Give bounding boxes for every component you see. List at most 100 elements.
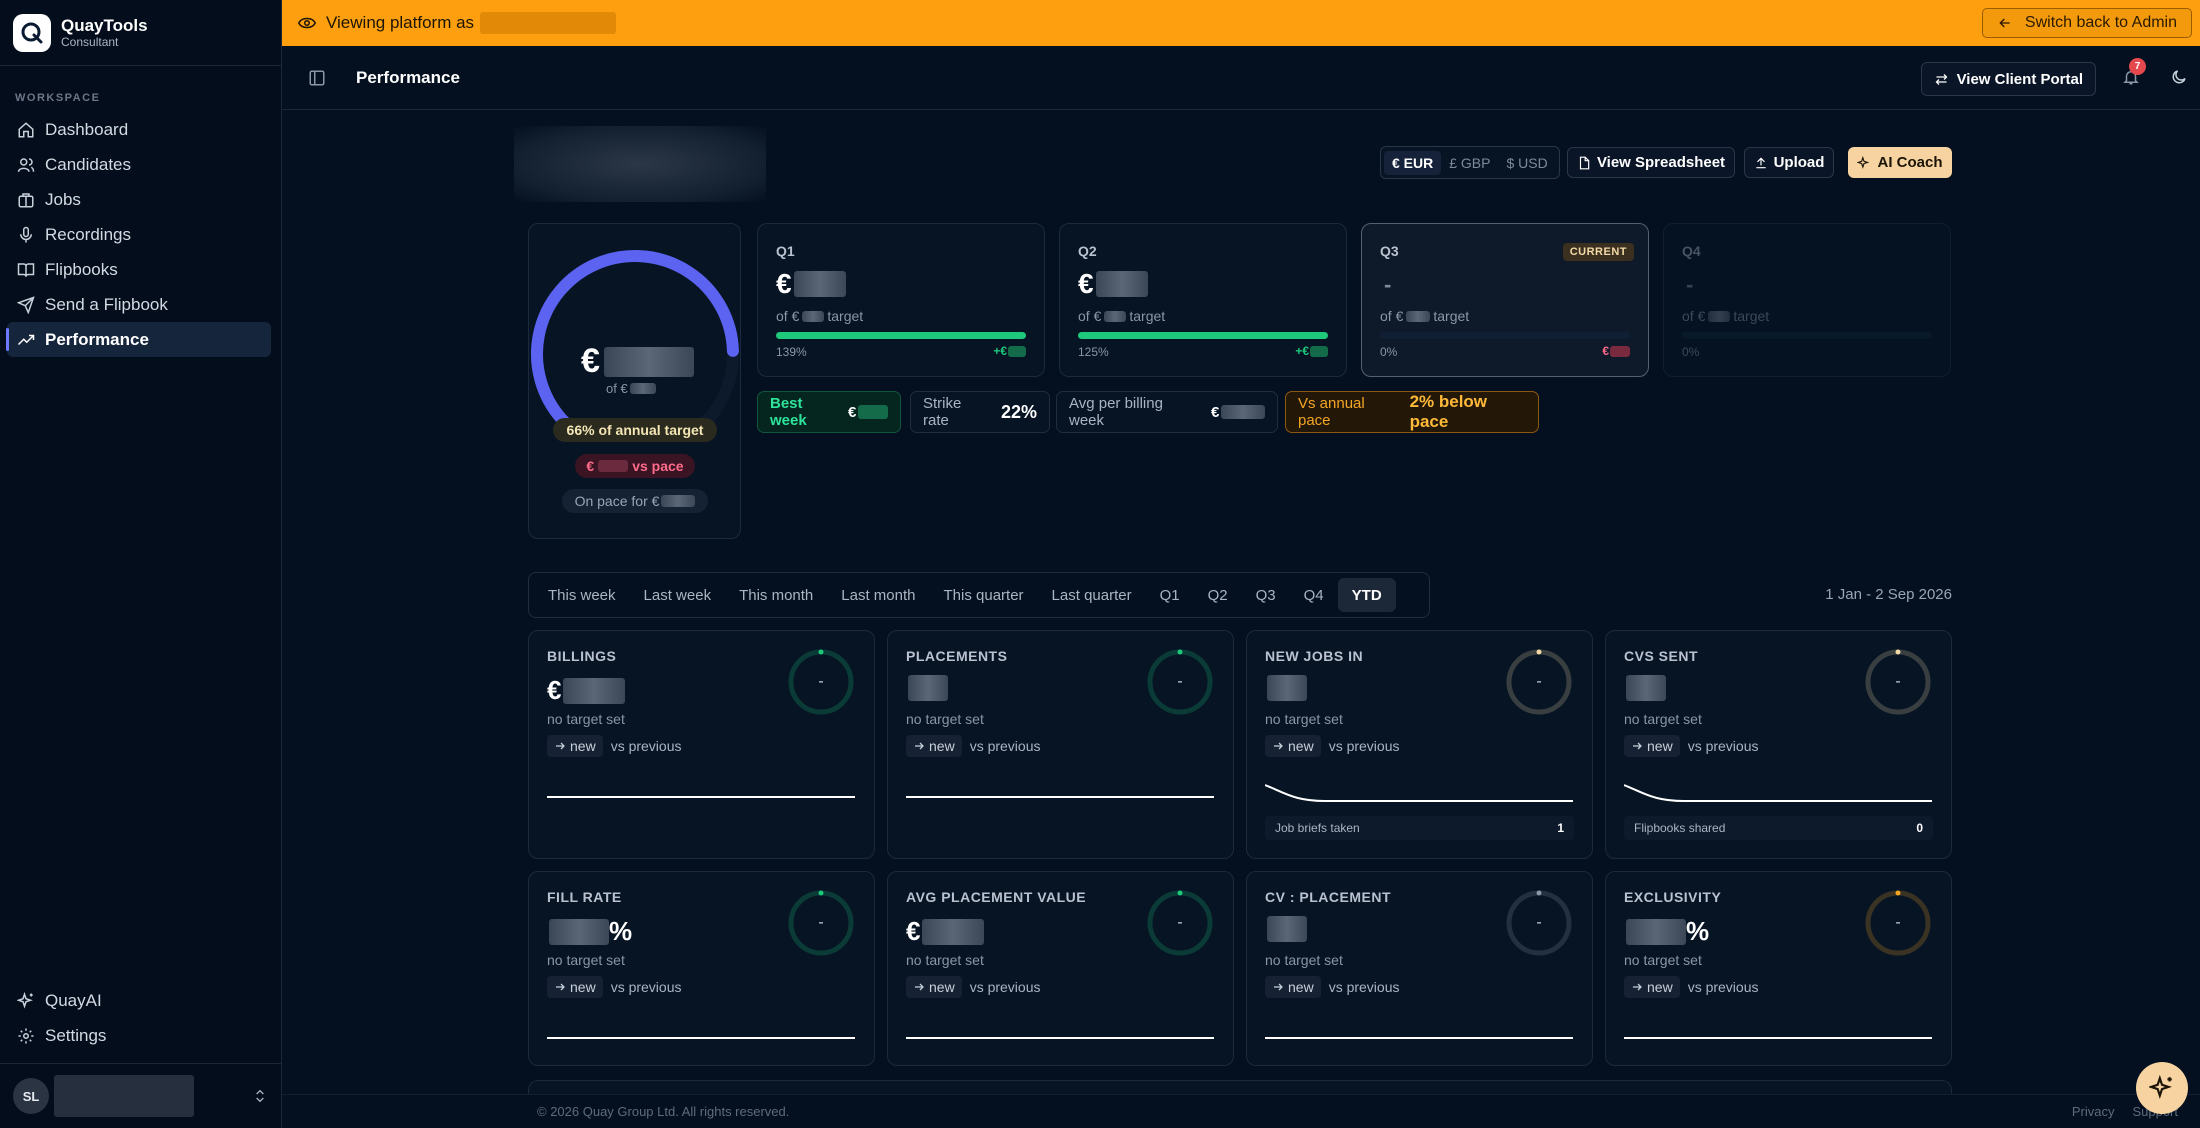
sidebar-item-label: QuayAI (45, 990, 102, 1010)
user-name-redacted (54, 1075, 194, 1117)
metric-card-cvs-sent[interactable]: CVS SENT no target set new vs previous - Flip… (1605, 630, 1952, 859)
sidebar-item-send-flipbook[interactable]: Send a Flipbook (7, 287, 271, 322)
sidebar-item-label: Performance (45, 329, 149, 349)
avg-billing-chip: Avg per billing week € (1056, 391, 1278, 433)
sidebar-item-dashboard[interactable]: Dashboard (7, 112, 271, 147)
trend-pill: new (1265, 735, 1321, 757)
metric-title: CVS SENT (1624, 648, 1699, 664)
on-pace-redacted (661, 495, 696, 507)
quarter-target-redacted (1708, 310, 1731, 322)
quarter-value: € (776, 268, 846, 300)
sidebar-section-label: WORKSPACE (15, 92, 101, 104)
sidebar-item-quayai[interactable]: QuayAI (7, 983, 271, 1018)
tab-this-month[interactable]: This month (725, 578, 827, 612)
quarter-delta-prefix: € (1602, 344, 1609, 358)
copyright: © 2026 Quay Group Ltd. All rights reserv… (537, 1104, 790, 1119)
currency-usd[interactable]: $ USD (1498, 151, 1555, 175)
sidebar-item-jobs[interactable]: Jobs (7, 182, 271, 217)
strike-rate-chip: Strike rate 22% (910, 391, 1050, 433)
metric-card-avg-placement-value[interactable]: AVG PLACEMENT VALUE € no target set new vs p… (887, 871, 1234, 1066)
currency-eur[interactable]: € EUR (1384, 150, 1442, 175)
metric-title: EXCLUSIVITY (1624, 889, 1722, 905)
view-client-portal-label: View Client Portal (1956, 70, 2083, 88)
view-spreadsheet-button[interactable]: View Spreadsheet (1567, 147, 1735, 178)
quarter-delta: € (1602, 344, 1630, 358)
avatar: SL (13, 1078, 49, 1114)
impersonation-banner: Viewing platform as Switch back to Admin (282, 0, 2200, 46)
quarter-target-suffix: target (827, 308, 864, 324)
metric-target: no target set (547, 711, 625, 727)
sparkle-icon (17, 991, 33, 1009)
metric-suffix: % (609, 916, 633, 946)
user-menu[interactable]: SL (0, 1063, 281, 1128)
metric-card-billings[interactable]: BILLINGS € no target set new vs previous - (528, 630, 875, 859)
vs-pace-currency: € (586, 458, 595, 474)
tab-q3[interactable]: Q3 (1242, 578, 1290, 612)
tab-ytd[interactable]: YTD (1337, 578, 1396, 612)
quarter-name: Q4 (1682, 243, 1701, 259)
ai-assistant-fab[interactable] (2136, 1062, 2188, 1114)
quarter-delta-redacted (1008, 345, 1026, 357)
metric-target: no target set (906, 952, 984, 968)
trend-vs: vs previous (1687, 738, 1759, 754)
metric-prefix: € (547, 675, 562, 705)
sidebar-item-recordings[interactable]: Recordings (7, 217, 271, 252)
metric-card-new-jobs-in[interactable]: NEW JOBS IN no target set new vs previous - J… (1246, 630, 1593, 859)
metric-card-cv-placement[interactable]: CV : PLACEMENT no target set new vs previou… (1246, 871, 1593, 1066)
sidebar-toggle-icon[interactable] (308, 69, 326, 87)
tab-q2[interactable]: Q2 (1194, 578, 1242, 612)
sparkle-icon (1857, 155, 1870, 169)
metric-sub-row: Job briefs taken 1 (1265, 816, 1574, 840)
annual-progress-gauge (531, 250, 739, 434)
metric-trend: new vs previous (1624, 735, 1759, 757)
quarter-value: - (1384, 272, 1392, 297)
sidebar-item-performance[interactable]: Performance (6, 322, 271, 357)
tab-last-week[interactable]: Last week (630, 578, 726, 612)
metric-sparkline (547, 1037, 855, 1039)
arrow-left-icon (1999, 18, 2010, 28)
date-range: 1 Jan - 2 Sep 2026 (1825, 586, 1952, 603)
metric-trend: new vs previous (1265, 735, 1400, 757)
quarter-card-q4[interactable]: Q4 - of € target 0% (1663, 223, 1951, 377)
briefcase-icon (18, 192, 34, 207)
quarter-target-prefix: of € (776, 308, 800, 324)
upload-button[interactable]: Upload (1744, 147, 1834, 178)
currency-gbp[interactable]: £ GBP (1441, 151, 1498, 175)
annual-target-card: € of € 66% of annual target € vs pace On… (528, 223, 741, 539)
moon-icon[interactable] (2170, 68, 2188, 91)
quaytools-logo (13, 13, 51, 52)
tab-this-week[interactable]: This week (534, 578, 630, 612)
view-client-portal-button[interactable]: View Client Portal (1920, 62, 2096, 96)
metric-ring-value: - (1536, 914, 1542, 931)
tab-last-month[interactable]: Last month (827, 578, 929, 612)
sidebar-item-flipbooks[interactable]: Flipbooks (7, 252, 271, 287)
sidebar-item-settings[interactable]: Settings (7, 1018, 271, 1053)
quarter-card-q3[interactable]: Q3 CURRENT - of € target 0% € (1361, 223, 1649, 377)
privacy-link[interactable]: Privacy (2072, 1104, 2115, 1119)
annual-percent-label: 66% of annual target (566, 422, 704, 438)
metric-card-exclusivity[interactable]: EXCLUSIVITY% no target set new vs previous - (1605, 871, 1952, 1066)
annual-pace-value: 2% below pace (1409, 392, 1488, 431)
metric-card-placements[interactable]: PLACEMENTS no target set new vs previous - (887, 630, 1234, 859)
quarter-percent: 125% (1078, 345, 1109, 359)
arrow-right-icon (915, 983, 924, 991)
tab-q1[interactable]: Q1 (1146, 578, 1194, 612)
avg-billing-currency: € (1211, 403, 1220, 421)
ai-coach-button[interactable]: AI Coach (1848, 147, 1952, 178)
best-week-chip: Best week € (757, 391, 901, 433)
tab-this-quarter[interactable]: This quarter (930, 578, 1038, 612)
tab-q4[interactable]: Q4 (1290, 578, 1338, 612)
quarter-card-q1[interactable]: Q1 € of € target 139% +€ (757, 223, 1045, 377)
quarter-target-redacted (1406, 310, 1431, 322)
tab-last-quarter[interactable]: Last quarter (1038, 578, 1146, 612)
brand-header[interactable]: QuayTools Consultant (0, 0, 281, 66)
switch-back-button[interactable]: Switch back to Admin (1981, 8, 2192, 38)
book-icon (17, 262, 35, 277)
metric-card-fill-rate[interactable]: FILL RATE% no target set new vs previous - (528, 871, 875, 1066)
metric-title: BILLINGS (547, 648, 617, 664)
trend-label: new (1647, 979, 1673, 995)
quarter-card-q2[interactable]: Q2 € of € target 125% +€ (1059, 223, 1347, 377)
quarter-value: € (1078, 268, 1148, 300)
sidebar-item-candidates[interactable]: Candidates (7, 147, 271, 182)
arrow-right-icon (1633, 742, 1642, 750)
